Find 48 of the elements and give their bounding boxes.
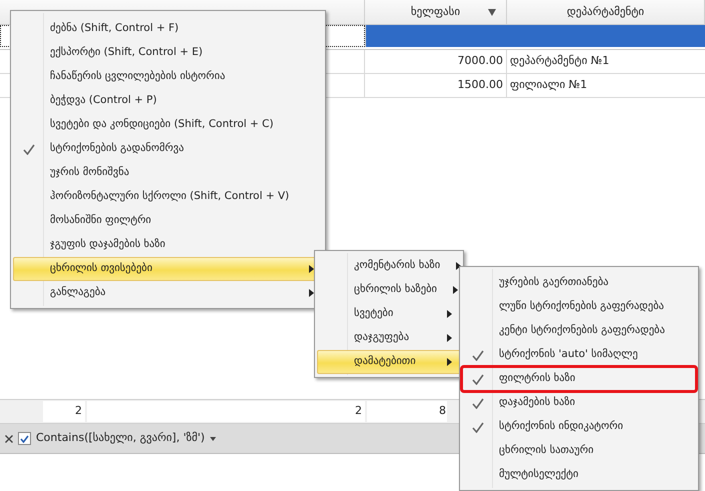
- menu-item[interactable]: დამატებითი: [317, 350, 461, 374]
- summary-cell: 2: [87, 401, 365, 422]
- submenu-arrow-icon: [309, 289, 314, 297]
- menu-item[interactable]: სტრიქონების გადანომრვა: [13, 137, 323, 161]
- close-icon[interactable]: [5, 434, 13, 442]
- submenu-arrow-icon: [447, 310, 452, 318]
- menu-item[interactable]: მულტისელექტი: [462, 463, 696, 487]
- menu-item[interactable]: სტრიქონის 'auto' სიმაღლე: [462, 343, 696, 367]
- column-header[interactable]: დეპარტამენტი: [507, 0, 705, 24]
- table-cell: 7000.00: [365, 50, 507, 73]
- submenu-arrow-icon: [447, 334, 452, 342]
- submenu-arrow-icon: [447, 358, 452, 366]
- menu-item[interactable]: კენტი სტრიქონების გაფერადება: [462, 319, 696, 343]
- menu-item[interactable]: ჯგუფის დაჯამების ხაზი: [13, 233, 323, 257]
- checkmark-icon: [472, 374, 484, 384]
- filter-expression[interactable]: Contains([სახელი, გვარი], 'ზმ'): [36, 430, 205, 447]
- table-cell-text: ფილიალი №1: [509, 77, 588, 94]
- checkmark-icon: [472, 398, 484, 408]
- menu-item[interactable]: ძებნა (Shift, Control + F): [13, 17, 323, 41]
- menu-item[interactable]: უჯრების გაერთიანება: [462, 271, 696, 295]
- menu-item[interactable]: ჩანაწერის ცვლილებების ისტორია: [13, 65, 323, 89]
- checkmark-icon: [472, 422, 484, 432]
- checkmark-icon: [472, 350, 484, 360]
- menu-item[interactable]: სვეტები: [317, 302, 461, 326]
- menu-item[interactable]: ექსპორტი (Shift, Control + E): [13, 41, 323, 65]
- dropdown-caret-icon[interactable]: [210, 436, 216, 440]
- summary-cell: 2: [43, 401, 85, 422]
- menu-item[interactable]: ფილტრის ხაზი: [462, 367, 696, 391]
- filter-checkbox[interactable]: [18, 432, 31, 445]
- submenu-arrow-icon: [456, 262, 462, 270]
- table-cell: 1500.00: [365, 74, 507, 97]
- menu-item[interactable]: უჯრის მონიშვნა: [13, 161, 323, 185]
- submenu-arrow-icon: [453, 286, 458, 294]
- menu-item[interactable]: მოსანიშნი ფილტრი: [13, 209, 323, 233]
- summary-cell: 8: [367, 401, 447, 422]
- menu-item[interactable]: სვეტები და კონდიციები (Shift, Control + C): [13, 113, 323, 137]
- submenu-arrow-icon: [309, 265, 314, 273]
- menu-item[interactable]: დაჯგუფება: [317, 326, 461, 350]
- menu-item[interactable]: ჰორიზონტალური სქროლი (Shift, Control + V): [13, 185, 323, 209]
- checkmark-icon: [23, 144, 35, 154]
- table-cell-text: დეპარტამენტი №1: [509, 53, 610, 70]
- menu-item[interactable]: დაჯამების ხაზი: [462, 391, 696, 415]
- menu-item[interactable]: ლუწი სტრიქონების გაფერადება: [462, 295, 696, 319]
- menu-item[interactable]: სტრიქონის ინდიკატორი: [462, 415, 696, 439]
- sort-down-icon: [488, 8, 496, 16]
- menu-item[interactable]: ბეჭდვა (Control + P): [13, 89, 323, 113]
- column-header[interactable]: ხელფასი: [365, 0, 507, 24]
- menu-item[interactable]: ცხრილის სათაური: [462, 439, 696, 463]
